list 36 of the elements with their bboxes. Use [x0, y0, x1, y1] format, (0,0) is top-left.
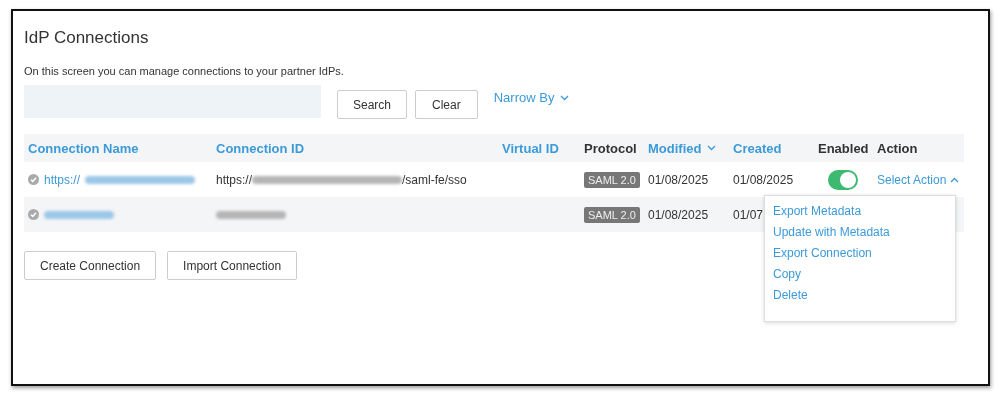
protocol-badge: SAML 2.0: [584, 171, 640, 188]
date-text: 01/08/2025: [733, 172, 794, 187]
sort-caret-icon: [707, 145, 717, 151]
column-header[interactable]: Modified: [648, 140, 717, 156]
connection-id-text: https://: [216, 172, 253, 187]
connection-name-link[interactable]: https://: [44, 172, 81, 187]
menu-item[interactable]: Copy: [773, 267, 801, 282]
column-header: Enabled: [818, 140, 869, 156]
create-connection-button[interactable]: Create Connection: [24, 251, 157, 280]
search-button[interactable]: Search: [337, 90, 408, 119]
check-circle-icon: [28, 209, 39, 220]
date-text: 01/08/2025: [648, 207, 709, 222]
column-header: Action: [877, 140, 918, 156]
column-header[interactable]: Created: [733, 140, 782, 156]
protocol-badge: SAML 2.0: [584, 206, 640, 223]
page-title: IdP Connections: [24, 27, 150, 49]
narrow-by-button[interactable]: Narrow By: [493, 90, 570, 105]
clear-button[interactable]: Clear: [415, 90, 478, 119]
column-header[interactable]: Connection ID: [216, 140, 305, 156]
date-text: 01/07: [733, 207, 764, 222]
date-text: 01/08/2025: [648, 172, 709, 187]
check-circle-icon: [28, 174, 39, 185]
column-header[interactable]: Virtual ID: [502, 140, 559, 156]
menu-item[interactable]: Delete: [773, 288, 808, 303]
import-connection-button[interactable]: Import Connection: [167, 251, 298, 280]
column-header[interactable]: Connection Name: [28, 140, 139, 156]
caret-icon: [560, 94, 570, 101]
column-header: Protocol: [584, 140, 637, 156]
menu-item[interactable]: Update with Metadata: [773, 225, 890, 240]
select-action-button[interactable]: Select Action: [877, 172, 960, 187]
caret-icon: [950, 176, 960, 183]
enabled-toggle[interactable]: [828, 169, 858, 190]
page-description: On this screen you can manage connections to your partner IdPs.: [24, 65, 345, 77]
menu-item[interactable]: Export Connection: [773, 246, 872, 261]
connection-id-text: /saml-fe/sso: [402, 172, 467, 187]
menu-item[interactable]: Export Metadata: [773, 204, 862, 219]
